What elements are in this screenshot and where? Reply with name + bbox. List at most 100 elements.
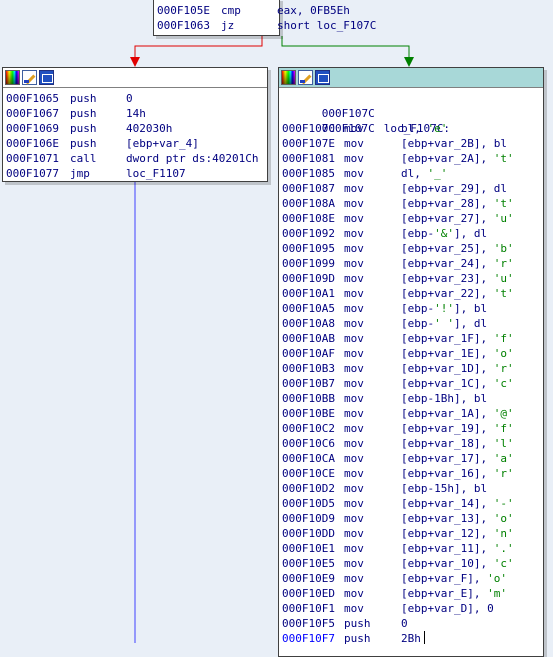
operands[interactable]: [ebp+var_12], 'n' bbox=[401, 527, 514, 540]
operands[interactable]: [ebp+var_4] bbox=[126, 137, 199, 150]
operands[interactable]: eax, 0FB5Eh bbox=[277, 4, 350, 17]
instruction-row[interactable]: 000F1077 jmp loc_F1107 bbox=[6, 166, 267, 181]
color-palette-icon[interactable] bbox=[281, 70, 296, 85]
operands[interactable]: [ebp+var_23], 'u' bbox=[401, 272, 514, 285]
instruction-row[interactable]: 000F109D mov [ebp+var_23], 'u' bbox=[282, 271, 543, 286]
operands[interactable]: [ebp+var_18], 'l' bbox=[401, 437, 514, 450]
instruction-row[interactable]: 000F1099 mov [ebp+var_24], 'r' bbox=[282, 256, 543, 271]
instruction-row[interactable]: 000F10D9 mov [ebp+var_13], 'o' bbox=[282, 511, 543, 526]
operands[interactable]: [ebp+var_28], 't' bbox=[401, 197, 514, 210]
instruction-row[interactable]: 000F10AF mov [ebp+var_1E], 'o' bbox=[282, 346, 543, 361]
operands[interactable]: [ebp+var_25], 'b' bbox=[401, 242, 514, 255]
operands[interactable]: short loc_F107C bbox=[277, 19, 376, 32]
operands[interactable]: [ebp+var_19], 'f' bbox=[401, 422, 514, 435]
operands[interactable]: [ebp+var_22], 't' bbox=[401, 287, 514, 300]
instruction-row[interactable]: 000F10B7 mov [ebp+var_1C], 'c' bbox=[282, 376, 543, 391]
block-start-address[interactable]: 000F107C bbox=[282, 91, 543, 120]
graph-icon[interactable] bbox=[315, 70, 330, 85]
instruction-row[interactable]: 000F10F7 push 2Bh bbox=[282, 631, 543, 646]
operands[interactable]: [ebp+var_17], 'a' bbox=[401, 452, 514, 465]
instruction-row[interactable]: 000F1095 mov [ebp+var_25], 'b' bbox=[282, 241, 543, 256]
operands[interactable]: [ebp+var_1D], 'r' bbox=[401, 362, 514, 375]
code-block-top[interactable]: 000F105E cmp eax, 0FB5Eh 000F1063 jz short lo… bbox=[153, 0, 376, 36]
address: 000F1067 bbox=[6, 107, 59, 120]
operands[interactable]: 402030h bbox=[126, 122, 172, 135]
operands[interactable]: loc_F1107 bbox=[126, 167, 186, 180]
operands[interactable]: 2Bh bbox=[401, 632, 421, 645]
operands[interactable]: [ebp+var_10], 'c' bbox=[401, 557, 514, 570]
instruction-row[interactable]: 000F1069 push 402030h bbox=[6, 121, 267, 136]
address: 000F10C6 bbox=[282, 437, 335, 450]
operands[interactable]: 0 bbox=[126, 92, 133, 105]
instruction-row[interactable]: 000F1063 jz short loc_F107C bbox=[157, 18, 376, 33]
instruction-row[interactable]: 000F107E mov [ebp+var_2B], bl bbox=[282, 136, 543, 151]
operands[interactable]: dl, '_' bbox=[401, 167, 447, 180]
operands[interactable]: [ebp-1Bh], bl bbox=[401, 392, 487, 405]
operands[interactable]: [ebp+var_24], 'r' bbox=[401, 257, 514, 270]
graph-icon[interactable] bbox=[39, 70, 54, 85]
instruction-row[interactable]: 000F10AB mov [ebp+var_1F], 'f' bbox=[282, 331, 543, 346]
instruction-row[interactable]: 000F106E push [ebp+var_4] bbox=[6, 136, 267, 151]
operands[interactable]: [ebp+var_11], '.' bbox=[401, 542, 514, 555]
instruction-row[interactable]: 000F10CA mov [ebp+var_17], 'a' bbox=[282, 451, 543, 466]
operands[interactable]: [ebp+var_16], 'r' bbox=[401, 467, 514, 480]
operands[interactable]: [ebp+var_1E], 'o' bbox=[401, 347, 514, 360]
instruction-row[interactable]: 000F10D5 mov [ebp+var_14], '-' bbox=[282, 496, 543, 511]
code-block-left[interactable]: 000F1065 push 0 000F1067 push 14h 000F1069 push… bbox=[2, 67, 268, 182]
operands[interactable]: [ebp+var_14], '-' bbox=[401, 497, 514, 510]
instruction-row[interactable]: 000F10CE mov [ebp+var_16], 'r' bbox=[282, 466, 543, 481]
operands[interactable]: dword ptr ds:40201Ch bbox=[126, 152, 258, 165]
operands[interactable]: [ebp+var_13], 'o' bbox=[401, 512, 514, 525]
instruction-row[interactable]: 000F108E mov [ebp+var_27], 'u' bbox=[282, 211, 543, 226]
instruction-row[interactable]: 000F10E9 mov [ebp+var_F], 'o' bbox=[282, 571, 543, 586]
operands[interactable]: 0 bbox=[401, 617, 408, 630]
operands[interactable]: [ebp+var_27], 'u' bbox=[401, 212, 514, 225]
instruction-row[interactable]: 000F10D2 mov [ebp-15h], bl bbox=[282, 481, 543, 496]
instruction-row[interactable]: 000F10A1 mov [ebp+var_22], 't' bbox=[282, 286, 543, 301]
instruction-row[interactable]: 000F1092 mov [ebp-'&'], dl bbox=[282, 226, 543, 241]
instruction-row[interactable]: 000F10BE mov [ebp+var_1A], '@' bbox=[282, 406, 543, 421]
instruction-row[interactable]: 000F10C6 mov [ebp+var_18], 'l' bbox=[282, 436, 543, 451]
instruction-row[interactable]: 000F10F5 push 0 bbox=[282, 616, 543, 631]
instruction-row[interactable]: 000F1065 push 0 bbox=[6, 91, 267, 106]
operands[interactable]: [ebp-'&'], dl bbox=[401, 227, 487, 240]
code-block-right[interactable]: 000F107C 000F107C loc_F107C: 000F107C mov b… bbox=[278, 67, 544, 657]
operands[interactable]: [ebp-' '], dl bbox=[401, 317, 487, 330]
operands[interactable]: [ebp+var_1C], 'c' bbox=[401, 377, 514, 390]
operands[interactable]: [ebp+var_2A], 't' bbox=[401, 152, 514, 165]
color-palette-icon[interactable] bbox=[5, 70, 20, 85]
operands[interactable]: 14h bbox=[126, 107, 146, 120]
operands[interactable]: [ebp-15h], bl bbox=[401, 482, 487, 495]
operands[interactable]: [ebp+var_2B], bl bbox=[401, 137, 507, 150]
label-line[interactable]: 000F107C loc_F107C: bbox=[282, 106, 543, 135]
operands[interactable]: [ebp+var_29], dl bbox=[401, 182, 507, 195]
operands[interactable]: [ebp+var_E], 'm' bbox=[401, 587, 507, 600]
operands[interactable]: [ebp+var_1F], 'f' bbox=[401, 332, 514, 345]
edit-icon[interactable] bbox=[22, 70, 37, 85]
instruction-row[interactable]: 000F1067 push 14h bbox=[6, 106, 267, 121]
instruction-row[interactable]: 000F1081 mov [ebp+var_2A], 't' bbox=[282, 151, 543, 166]
instruction-row[interactable]: 000F107C mov bl, 'e' bbox=[282, 121, 543, 136]
instruction-row[interactable]: 000F10ED mov [ebp+var_E], 'm' bbox=[282, 586, 543, 601]
instruction-row[interactable]: 000F1087 mov [ebp+var_29], dl bbox=[282, 181, 543, 196]
instruction-row[interactable]: 000F10A8 mov [ebp-' '], dl bbox=[282, 316, 543, 331]
instruction-row[interactable]: 000F10F1 mov [ebp+var_D], 0 bbox=[282, 601, 543, 616]
instruction-row[interactable]: 000F10A5 mov [ebp-'!'], bl bbox=[282, 301, 543, 316]
operands[interactable]: bl, 'e' bbox=[401, 122, 447, 135]
instruction-row[interactable]: 000F105E cmp eax, 0FB5Eh bbox=[157, 3, 350, 18]
operands[interactable]: [ebp+var_D], 0 bbox=[401, 602, 494, 615]
operands[interactable]: [ebp+var_F], 'o' bbox=[401, 572, 507, 585]
address: 000F10A8 bbox=[282, 317, 335, 330]
instruction-row[interactable]: 000F10B3 mov [ebp+var_1D], 'r' bbox=[282, 361, 543, 376]
edit-icon[interactable] bbox=[298, 70, 313, 85]
operands[interactable]: [ebp-'!'], bl bbox=[401, 302, 487, 315]
instruction-row[interactable]: 000F10C2 mov [ebp+var_19], 'f' bbox=[282, 421, 543, 436]
instruction-row[interactable]: 000F10E5 mov [ebp+var_10], 'c' bbox=[282, 556, 543, 571]
instruction-row[interactable]: 000F1071 call dword ptr ds:40201Ch bbox=[6, 151, 267, 166]
instruction-row[interactable]: 000F1085 mov dl, '_' bbox=[282, 166, 543, 181]
operands[interactable]: [ebp+var_1A], '@' bbox=[401, 407, 514, 420]
instruction-row[interactable]: 000F10E1 mov [ebp+var_11], '.' bbox=[282, 541, 543, 556]
instruction-row[interactable]: 000F108A mov [ebp+var_28], 't' bbox=[282, 196, 543, 211]
instruction-row[interactable]: 000F10BB mov [ebp-1Bh], bl bbox=[282, 391, 543, 406]
instruction-row[interactable]: 000F10DD mov [ebp+var_12], 'n' bbox=[282, 526, 543, 541]
